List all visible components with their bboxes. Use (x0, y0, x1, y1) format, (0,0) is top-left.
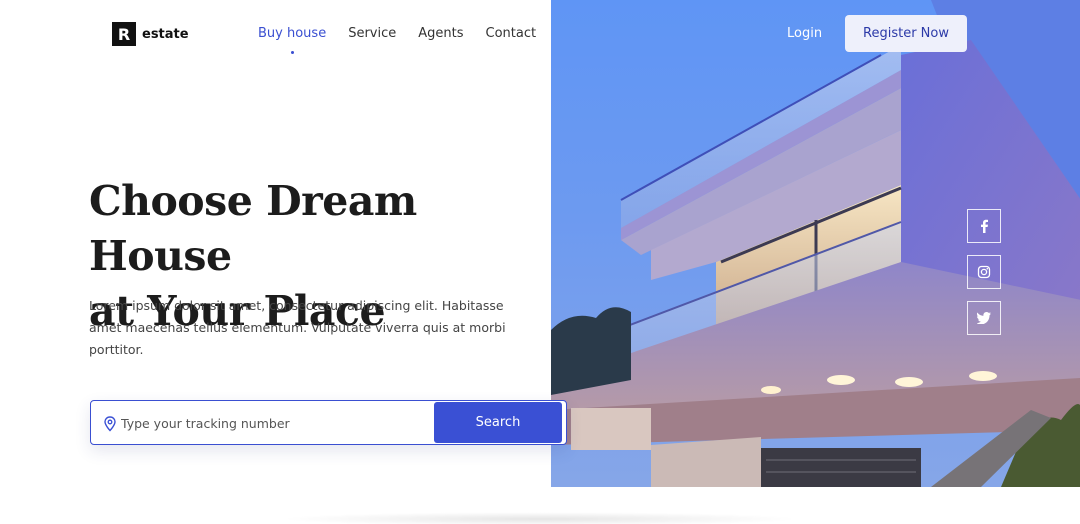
nav-item-agents[interactable]: Agents (418, 26, 463, 41)
search-button[interactable]: Search (434, 402, 562, 443)
nav-item-buy-house[interactable]: Buy house (258, 26, 327, 54)
nav-item-label: Buy house (258, 26, 327, 41)
twitter-icon (977, 312, 991, 324)
hero-description: Lorem ipsum dolor sit amet, consectetur … (89, 298, 506, 357)
tracking-number-input[interactable] (121, 409, 421, 437)
login-link[interactable]: Login (787, 26, 822, 41)
active-indicator (290, 51, 294, 54)
logo-text: estate (142, 26, 189, 42)
brand-logo[interactable]: R estate (112, 22, 189, 46)
headline-line-1: Choose Dream House (89, 177, 417, 280)
facebook-button[interactable] (967, 209, 1001, 243)
instagram-button[interactable] (967, 255, 1001, 289)
facebook-icon (981, 219, 988, 233)
register-button[interactable]: Register Now (845, 15, 967, 52)
social-links (967, 209, 1001, 347)
nav-item-contact[interactable]: Contact (486, 26, 537, 41)
instagram-icon (977, 265, 991, 279)
tracking-search-bar: Search (90, 400, 567, 445)
location-pin-icon (104, 416, 116, 432)
nav-item-label: Service (348, 26, 397, 41)
main-nav: Buy house Service Agents Contact (258, 26, 537, 54)
section-divider-shadow (280, 512, 800, 524)
twitter-button[interactable] (967, 301, 1001, 335)
nav-item-label: Agents (418, 26, 464, 41)
nav-item-label: Contact (485, 26, 537, 41)
logo-mark: R (112, 22, 136, 46)
nav-item-service[interactable]: Service (348, 26, 396, 41)
